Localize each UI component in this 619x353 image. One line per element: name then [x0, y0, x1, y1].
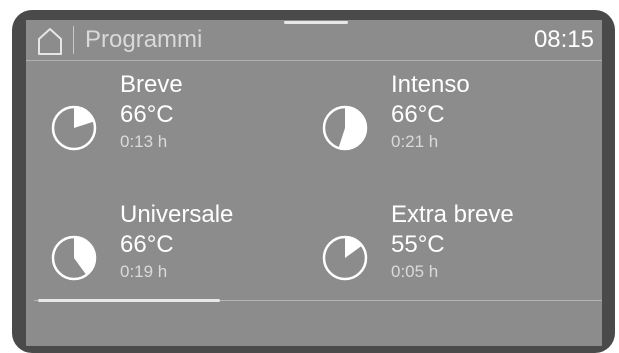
- display-screen: Programmi 08:15 Breve 66°C 0:13 h Intens…: [26, 20, 602, 346]
- program-tile-extra-breve[interactable]: Extra breve 55°C 0:05 h: [321, 200, 581, 310]
- header-divider: [73, 26, 74, 54]
- program-tile-intenso[interactable]: Intenso 66°C 0:21 h: [321, 70, 581, 180]
- progress-wedge: [345, 237, 362, 258]
- program-name: Breve: [120, 71, 183, 98]
- header-bar: Programmi 08:15: [26, 20, 602, 61]
- program-name: Universale: [120, 201, 234, 228]
- program-name: Extra breve: [391, 201, 514, 228]
- home-icon[interactable]: [36, 26, 64, 56]
- program-progress-icon: [322, 105, 368, 151]
- program-temperature: 55°C: [391, 231, 445, 258]
- scroll-thumb[interactable]: [38, 299, 220, 302]
- program-duration: 0:19 h: [120, 262, 168, 281]
- program-temperature: 66°C: [120, 101, 174, 128]
- program-progress-icon: [322, 235, 368, 281]
- program-duration: 0:13 h: [120, 132, 168, 151]
- progress-wedge: [74, 107, 94, 128]
- progress-wedge: [338, 107, 367, 149]
- program-tile-breve[interactable]: Breve 66°C 0:13 h: [50, 70, 310, 180]
- program-tile-universale[interactable]: Universale 66°C 0:19 h: [50, 200, 310, 310]
- program-progress-icon: [51, 105, 97, 151]
- program-name: Intenso: [391, 71, 470, 98]
- program-temperature: 66°C: [391, 101, 445, 128]
- program-duration: 0:05 h: [391, 262, 439, 281]
- clock: 08:15: [533, 26, 594, 53]
- program-progress-icon: [51, 235, 97, 281]
- program-duration: 0:21 h: [391, 132, 439, 151]
- program-temperature: 66°C: [120, 231, 174, 258]
- page-title: Programmi: [85, 26, 203, 53]
